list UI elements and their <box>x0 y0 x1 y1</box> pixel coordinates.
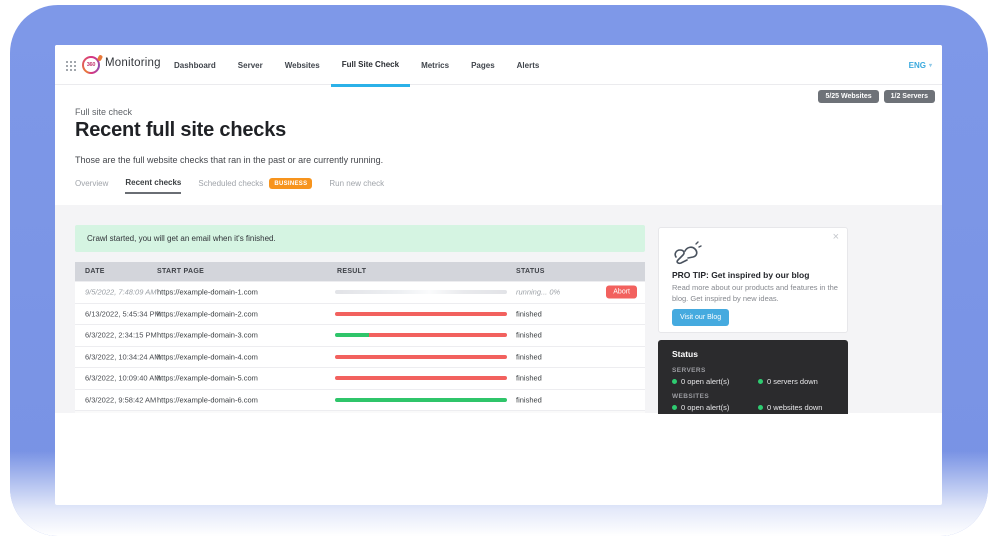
check-status: finished <box>516 309 542 318</box>
check-status: running... 0% <box>516 288 560 297</box>
check-date: 6/13/2022, 5:45:34 PM <box>85 309 161 318</box>
result-progress-bar <box>335 398 507 402</box>
nav-item-dashboard[interactable]: Dashboard <box>163 45 227 85</box>
col-header-start-page: START PAGE <box>157 268 204 275</box>
tab-run-new-check[interactable]: Run new check <box>329 179 384 193</box>
business-plan-badge: BUSINESS <box>269 178 312 189</box>
servers-usage-badge[interactable]: 1/2 Servers <box>884 90 935 103</box>
result-progress-bar <box>335 290 507 294</box>
top-navbar: 360 Monitoring Dashboard Server Websites… <box>55 45 942 85</box>
nav-item-websites[interactable]: Websites <box>274 45 331 85</box>
websites-down: 0 websites down <box>758 403 822 412</box>
page-title: Recent full site checks <box>75 119 286 142</box>
websites-section-label: WEBSITES <box>672 393 709 400</box>
green-status-dot-icon <box>758 405 763 410</box>
status-card: Status SERVERS 0 open alert(s) 0 servers… <box>658 340 848 414</box>
table-row: 9/5/2022, 7:48:09 AM https://example-dom… <box>75 281 645 303</box>
banner-text: Crawl started, you will get an email whe… <box>87 234 276 243</box>
websites-open-alerts: 0 open alert(s) <box>672 403 758 412</box>
table-row: 6/13/2022, 5:45:34 PM https://example-do… <box>75 303 645 325</box>
check-date: 6/3/2022, 9:58:42 AM <box>85 395 156 404</box>
brand-logo-number: 360 <box>84 58 98 72</box>
snap-fingers-icon <box>672 241 702 267</box>
tab-overview[interactable]: Overview <box>75 179 108 193</box>
pro-tip-card: × PRO TIP: Get inspired by our blog Read… <box>658 227 848 333</box>
nav-item-metrics[interactable]: Metrics <box>410 45 460 85</box>
visit-blog-button[interactable]: Visit our Blog <box>672 309 729 326</box>
language-selector[interactable]: ENG ▾ <box>909 45 932 85</box>
check-status: finished <box>516 374 542 383</box>
check-date: 6/3/2022, 10:34:24 AM <box>85 352 160 361</box>
result-progress-bar <box>335 333 507 337</box>
websites-status-row: 0 open alert(s) 0 websites down <box>672 403 837 412</box>
recent-checks-table: DATE START PAGE RESULT STATUS 9/5/2022, … <box>75 262 645 413</box>
servers-open-alerts-label: 0 open alert(s) <box>681 377 729 386</box>
servers-status-row: 0 open alert(s) 0 servers down <box>672 377 837 386</box>
green-status-dot-icon <box>758 379 763 384</box>
check-url: https://example-domain-5.com <box>157 374 258 383</box>
result-progress-bar <box>335 312 507 316</box>
check-status: finished <box>516 352 542 361</box>
result-progress-bar <box>335 376 507 380</box>
servers-section-label: SERVERS <box>672 367 706 374</box>
check-url: https://example-domain-1.com <box>157 288 258 297</box>
table-row: 6/3/2022, 10:34:24 AM https://example-do… <box>75 346 645 368</box>
page-description: Those are the full website checks that r… <box>75 155 383 165</box>
abort-button[interactable]: Abort <box>606 286 637 299</box>
check-url: https://example-domain-6.com <box>157 395 258 404</box>
nav-item-alerts[interactable]: Alerts <box>506 45 551 85</box>
status-card-title: Status <box>672 349 698 359</box>
table-header: DATE START PAGE RESULT STATUS <box>75 262 645 281</box>
check-status: finished <box>516 331 542 340</box>
col-header-result: RESULT <box>337 268 366 275</box>
green-status-dot-icon <box>672 405 677 410</box>
tab-scheduled-checks[interactable]: Scheduled checks BUSINESS <box>198 178 312 194</box>
websites-usage-badge[interactable]: 5/25 Websites <box>818 90 878 103</box>
tab-recent-checks[interactable]: Recent checks <box>125 178 181 194</box>
servers-down-label: 0 servers down <box>767 377 818 386</box>
table-row: 6/3/2022, 10:09:40 AM https://example-do… <box>75 367 645 389</box>
websites-down-label: 0 websites down <box>767 403 822 412</box>
usage-badges: 5/25 Websites 1/2 Servers <box>818 90 935 103</box>
check-url: https://example-domain-4.com <box>157 352 258 361</box>
nav-item-server[interactable]: Server <box>227 45 274 85</box>
table-row: 6/3/2022, 9:58:42 AM https://example-dom… <box>75 389 645 411</box>
green-status-dot-icon <box>672 379 677 384</box>
pro-tip-body: Read more about our products and feature… <box>672 283 840 304</box>
tab-bar: Overview Recent checks Scheduled checks … <box>75 178 384 194</box>
breadcrumb: Full site check <box>75 107 132 117</box>
brand-name: Monitoring <box>105 57 161 69</box>
websites-open-alerts-label: 0 open alert(s) <box>681 403 729 412</box>
check-date: 6/3/2022, 2:34:15 PM <box>85 331 157 340</box>
nav-item-full-site-check[interactable]: Full Site Check <box>331 45 410 87</box>
app-window: 360 Monitoring Dashboard Server Websites… <box>55 45 942 505</box>
table-row: 6/3/2022, 2:34:15 PM https://example-dom… <box>75 324 645 346</box>
check-status: finished <box>516 395 542 404</box>
servers-open-alerts: 0 open alert(s) <box>672 377 758 386</box>
check-url: https://example-domain-3.com <box>157 331 258 340</box>
pro-tip-body-line2: Get inspired by new ideas. <box>690 294 778 303</box>
check-date: 6/3/2022, 10:09:40 AM <box>85 374 160 383</box>
chevron-down-icon: ▾ <box>929 62 932 69</box>
col-header-status: STATUS <box>516 268 545 275</box>
nav-menu: Dashboard Server Websites Full Site Chec… <box>163 45 550 85</box>
col-header-date: DATE <box>85 268 105 275</box>
check-date: 9/5/2022, 7:48:09 AM <box>85 288 156 297</box>
app-launcher-grid-icon[interactable] <box>65 60 76 71</box>
language-label: ENG <box>909 61 926 70</box>
servers-down: 0 servers down <box>758 377 818 386</box>
check-url: https://example-domain-2.com <box>157 309 258 318</box>
close-icon[interactable]: × <box>833 232 839 243</box>
result-progress-bar <box>335 355 507 359</box>
crawl-started-banner: Crawl started, you will get an email whe… <box>75 225 645 252</box>
screenshot-canvas: 360 Monitoring Dashboard Server Websites… <box>0 0 997 543</box>
tab-scheduled-checks-label: Scheduled checks <box>198 179 263 188</box>
brand-logo-icon[interactable]: 360 <box>82 56 100 74</box>
pro-tip-title: PRO TIP: Get inspired by our blog <box>672 270 809 280</box>
nav-item-pages[interactable]: Pages <box>460 45 506 85</box>
table-row-clipped <box>75 410 645 413</box>
